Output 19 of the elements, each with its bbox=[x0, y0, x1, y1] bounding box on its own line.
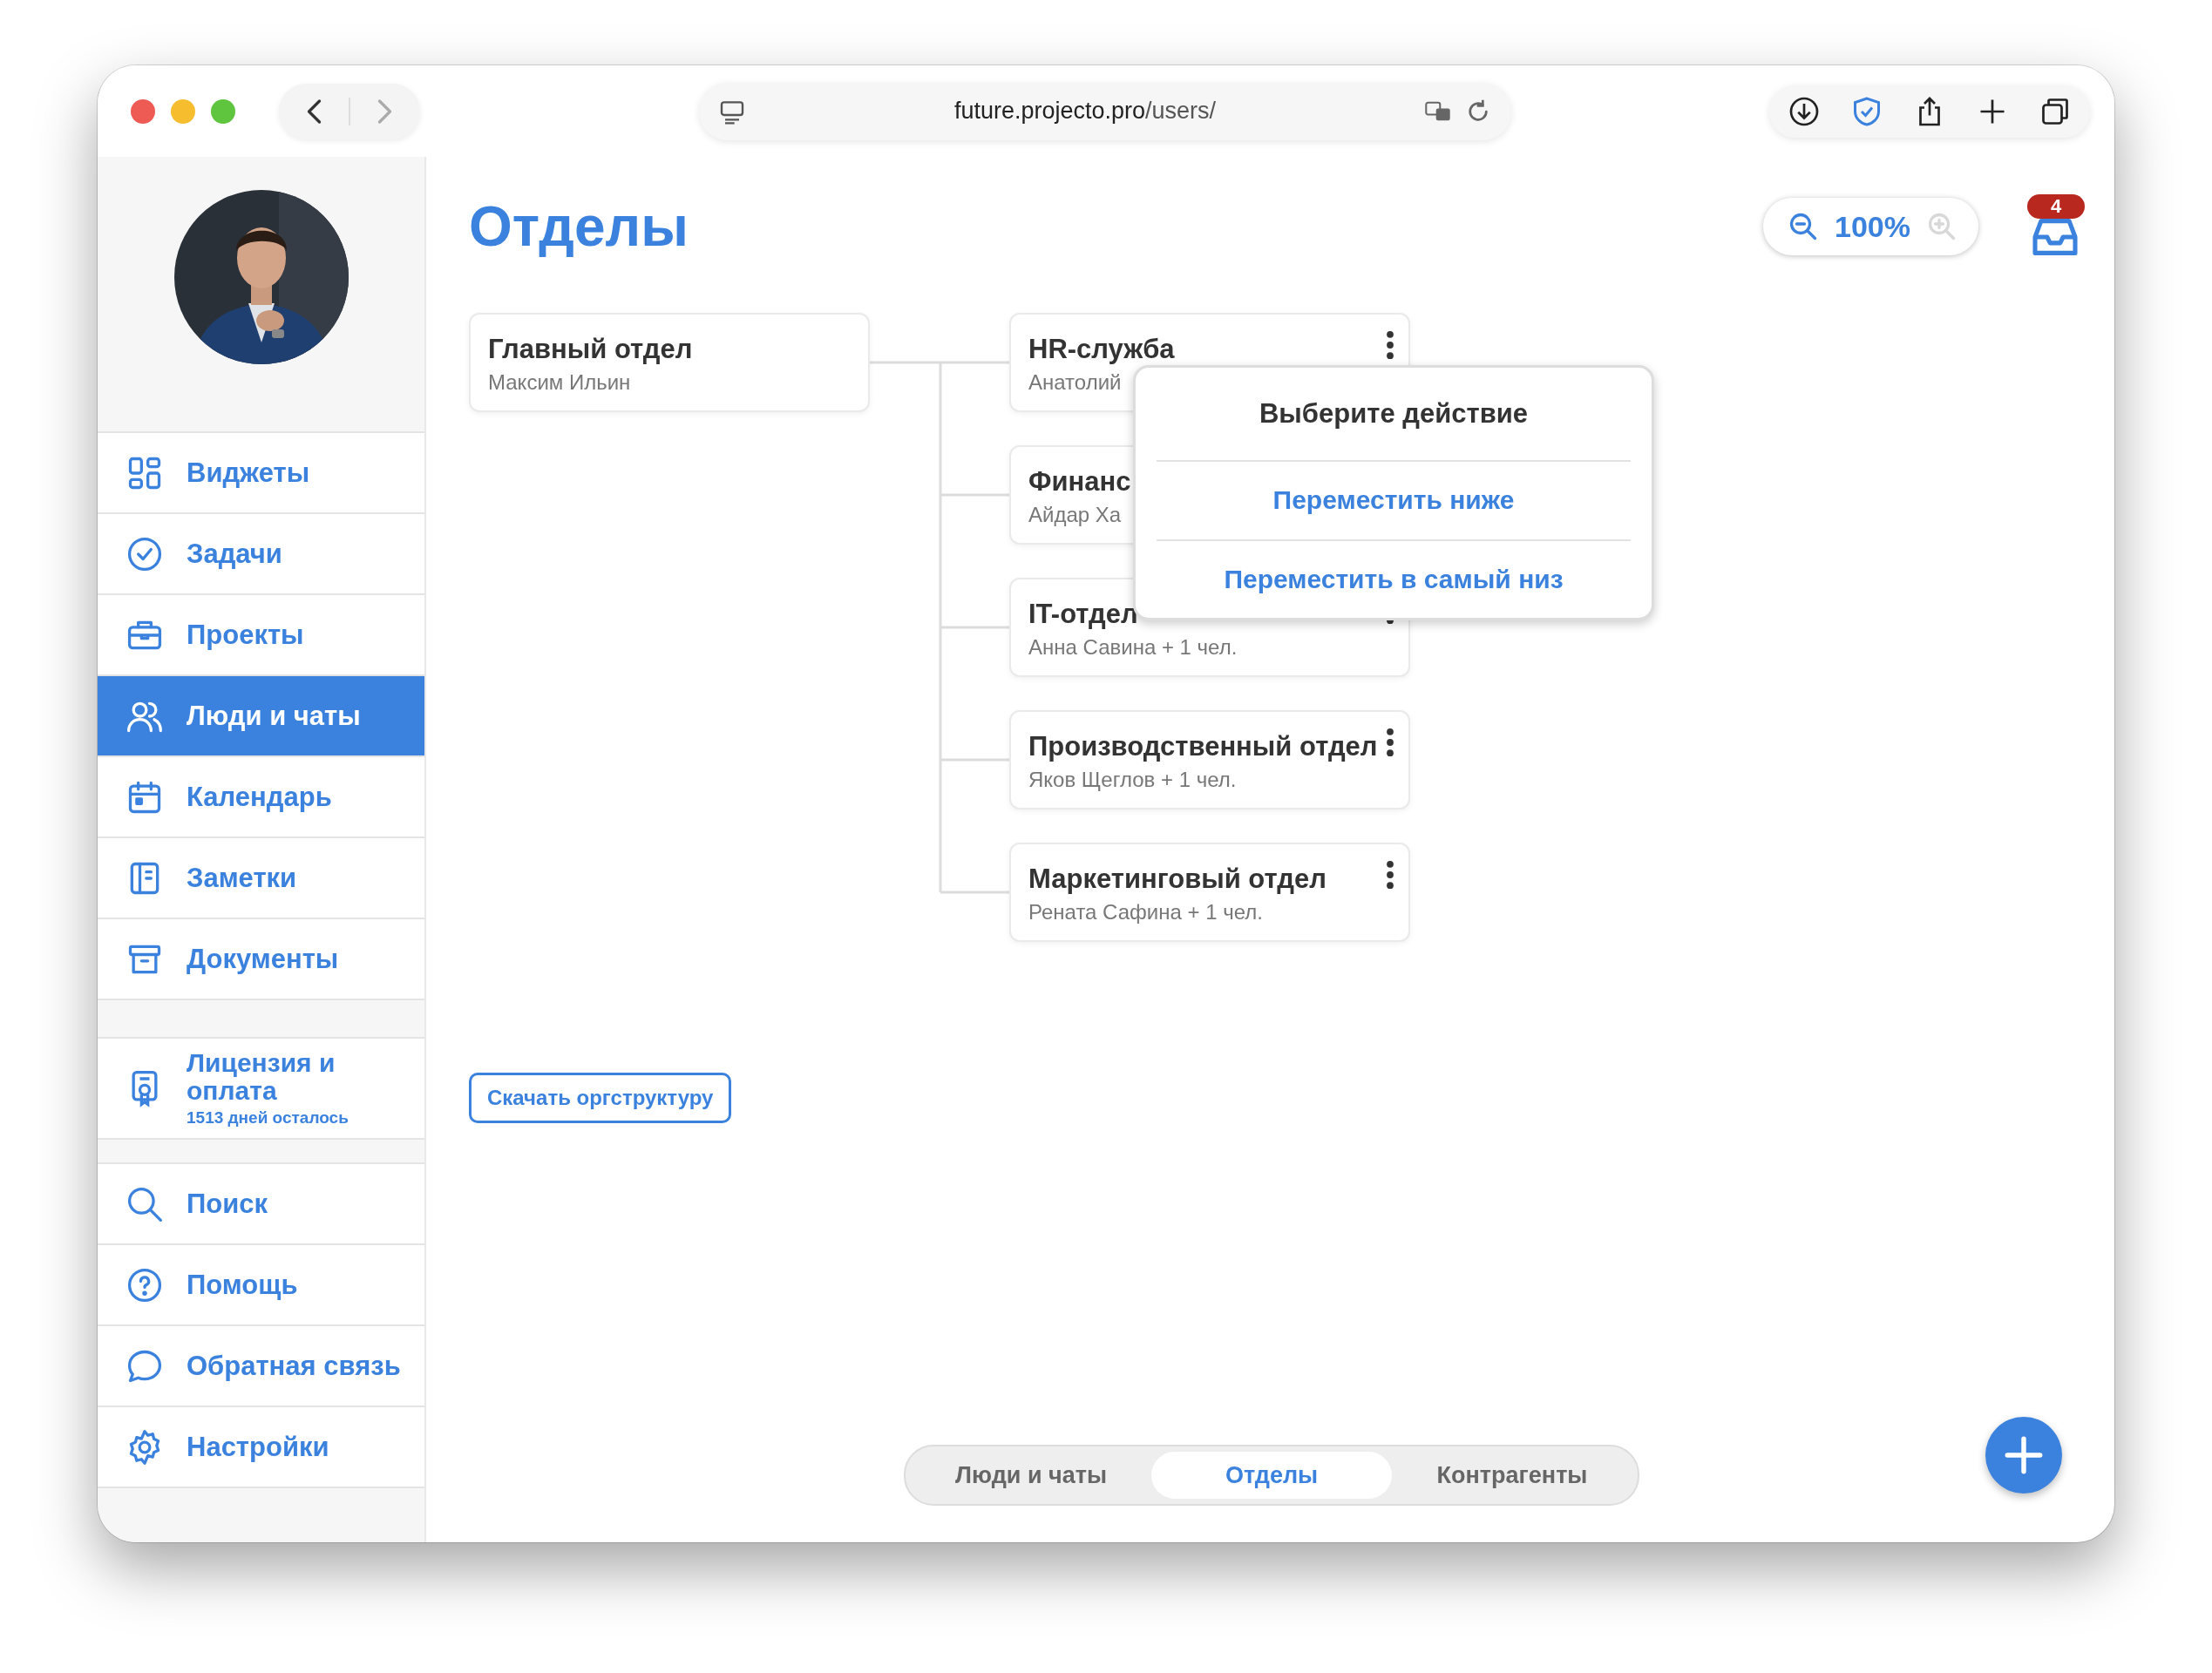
department-head: Максим Ильин bbox=[488, 370, 631, 395]
department-head: Анатолий bbox=[1028, 370, 1122, 395]
department-head: Анна Савина + 1 чел. bbox=[1028, 635, 1238, 660]
department-name: HR-служба bbox=[1028, 334, 1175, 365]
menu-title: Выберите действие bbox=[1157, 368, 1631, 463]
license-title: Лицензия и оплата bbox=[187, 1049, 336, 1105]
url-text: future.projecto.pro/users/ bbox=[953, 98, 1218, 125]
page-title: Отделы bbox=[469, 194, 689, 259]
department-name: Производственный отдел bbox=[1028, 731, 1378, 762]
department-head: Айдар Ха bbox=[1028, 503, 1122, 527]
department-name: Маркетинговый отдел bbox=[1028, 864, 1327, 895]
department-name: Финанс bbox=[1028, 466, 1131, 498]
department-head: Рената Сафина + 1 чел. bbox=[1028, 900, 1263, 925]
department-name: IT-отдел bbox=[1028, 599, 1138, 630]
department-name: Главный отдел bbox=[488, 334, 693, 365]
days-left: 1513 дней осталось bbox=[187, 1108, 349, 1128]
department-head: Яков Щеглов + 1 чел. bbox=[1028, 768, 1237, 792]
zoom-level: 100% bbox=[1835, 209, 1910, 244]
notification-badge: 4 bbox=[2027, 194, 2085, 219]
